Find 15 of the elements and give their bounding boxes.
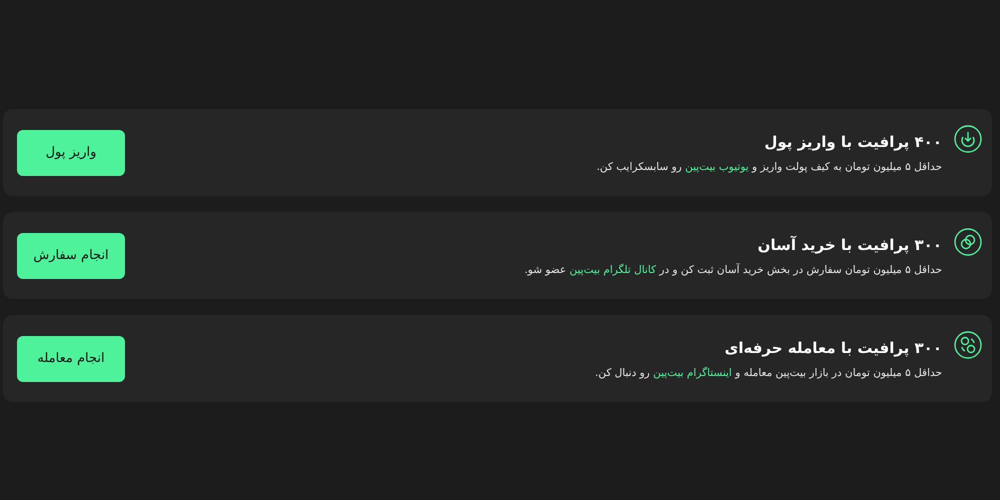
offer-title: ۳۰۰ پرافیت با معامله حرفه‌ای [724,338,942,356]
action-button[interactable]: انجام معامله [17,336,125,382]
offer-description: حداقل ۵ میلیون تومان سفارش در بخش خرید آسان ثبت کن و در کانال تلگرام بیت‌پین عضو شو. [523,264,942,276]
circles-icon [954,331,982,359]
action-button[interactable]: انجام سفارش [17,232,125,278]
offer-description: حداقل ۵ میلیون تومان به کیف پولت واریز و یوتیوب بیت‌پین رو سابسکرایب کن. [596,160,942,172]
link[interactable]: کانال تلگرام بیت‌پین [570,264,656,276]
action-button[interactable]: واریز پول [17,130,125,176]
deposit-icon [954,125,982,153]
link[interactable]: اینستاگرام بیت‌پین [653,366,732,378]
coins-icon [954,228,982,256]
offer-description: حداقل ۵ میلیون تومان در بازار بیت‌پین معامله و اینستاگرام بیت‌پین رو دنبال کن. [594,366,942,378]
offer-title: ۳۰۰ پرافیت با خرید آسان [756,236,942,254]
link[interactable]: یوتیوب بیت‌پین [685,160,749,172]
offer-title: ۴۰۰ پرافیت با واریز پول [763,132,942,150]
